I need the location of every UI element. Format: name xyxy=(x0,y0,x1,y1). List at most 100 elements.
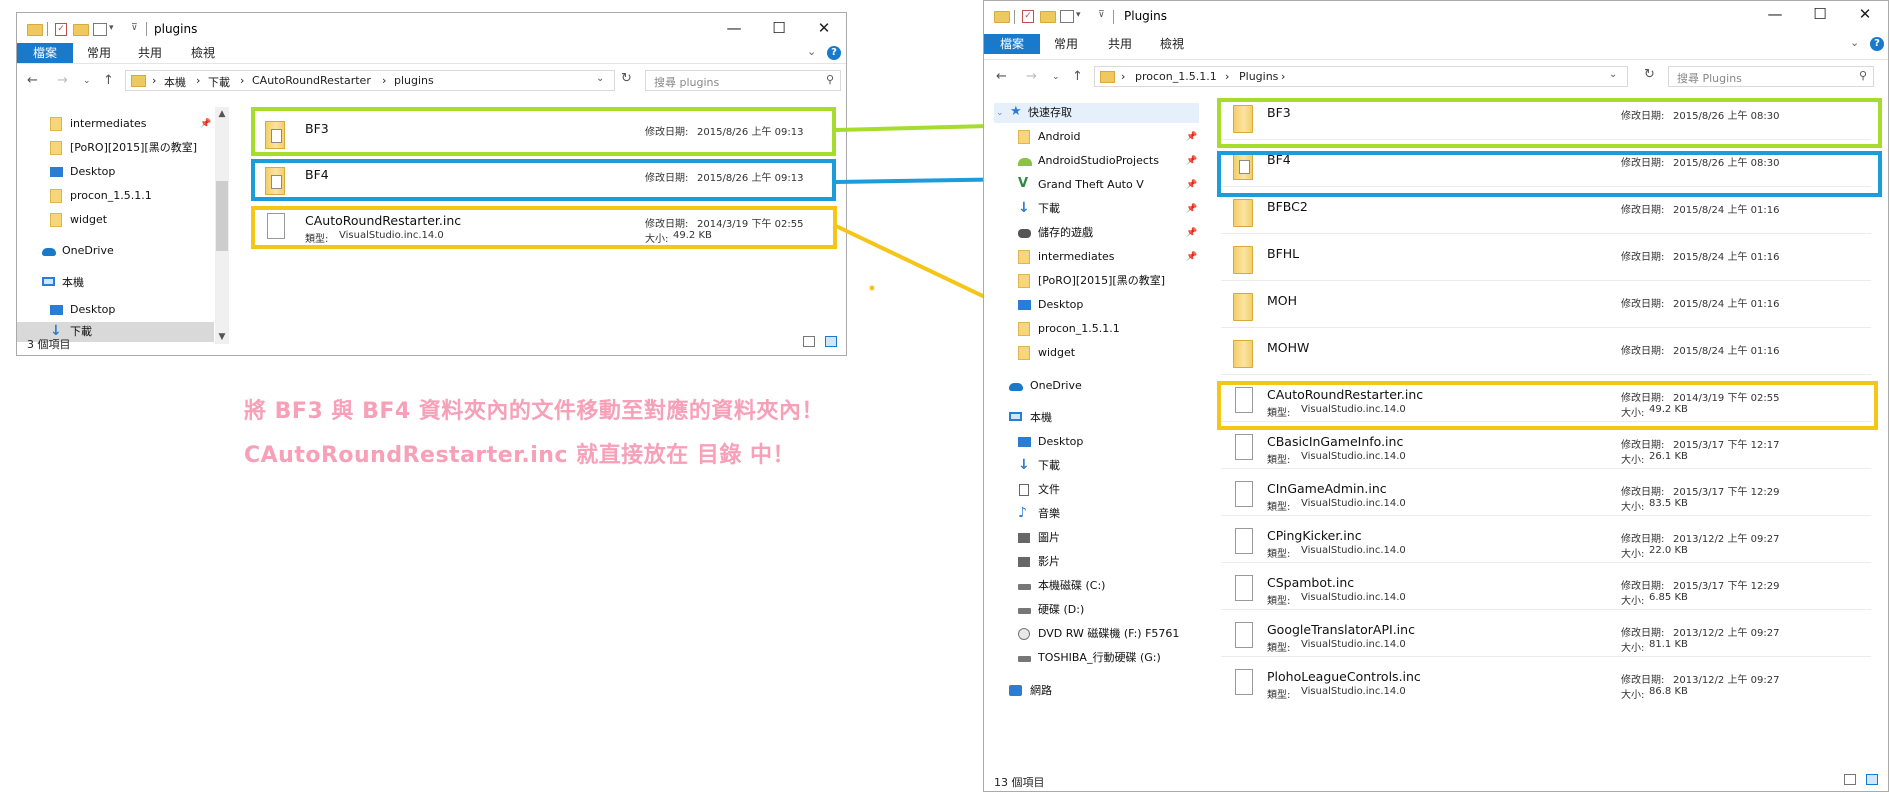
chevron-down-icon[interactable]: ▾ xyxy=(1076,10,1081,24)
recent-locations-icon[interactable]: ⌄ xyxy=(1052,72,1060,82)
tiles-view-icon[interactable] xyxy=(1866,774,1878,785)
tab-file[interactable]: 檔案 xyxy=(17,43,73,63)
nav-item-this-pc[interactable]: 本機 xyxy=(17,273,214,293)
up-button[interactable]: ↑ xyxy=(103,73,114,88)
nav-item-saved-games[interactable]: 儲存的遊戲 📌 xyxy=(984,223,1199,243)
nav-item-androidstudioprojects[interactable]: AndroidStudioProjects 📌 xyxy=(984,151,1199,171)
list-item-cbasicingameinfo[interactable]: CBasicInGameInfo.inc 類型: VisualStudio.in… xyxy=(1221,430,1871,469)
up-button[interactable]: ↑ xyxy=(1072,69,1083,84)
search-input[interactable]: 搜尋 plugins ⚲ xyxy=(645,70,841,91)
nav-item-dvd-f[interactable]: DVD RW 磁碟機 (F:) F5761 xyxy=(984,624,1199,644)
address-bar[interactable]: › 本機 › 下載 › CAutoRoundRestarter › plugin… xyxy=(125,70,615,91)
list-item-cingameadmin[interactable]: CInGameAdmin.inc 類型: VisualStudio.inc.14… xyxy=(1221,477,1871,516)
properties-check-icon[interactable]: ✓ xyxy=(55,23,67,36)
list-item-moh[interactable]: MOH 修改日期: 2015/8/24 上午 01:16 xyxy=(1221,289,1871,328)
nav-item-downloads-2[interactable]: ↓ 下載 xyxy=(984,456,1199,476)
breadcrumb-plugins[interactable]: plugins xyxy=(394,74,434,87)
nav-item-poro[interactable]: [PoRO][2015][黑の教室] xyxy=(17,138,214,158)
list-item-bf3[interactable]: BF3 修改日期: 2015/8/26 上午 09:13 xyxy=(257,117,837,156)
tab-view[interactable]: 檢視 xyxy=(1160,34,1184,54)
nav-item-intermediates[interactable]: intermediates 📌 xyxy=(17,114,214,134)
list-item-bf4[interactable]: BF4 修改日期: 2015/8/26 上午 08:30 xyxy=(1221,148,1871,187)
details-view-icon[interactable] xyxy=(1844,774,1856,785)
nav-item-downloads[interactable]: ↓ 下載 📌 xyxy=(984,199,1199,219)
new-folder-icon[interactable] xyxy=(73,24,89,36)
breadcrumb-downloads[interactable]: 下載 xyxy=(208,74,230,90)
new-folder-icon[interactable] xyxy=(1040,11,1056,23)
chevron-down-icon[interactable]: ⌄ xyxy=(996,103,1004,123)
list-item-cautoroundrestarter[interactable]: CAutoRoundRestarter.inc 類型: VisualStudio… xyxy=(1221,383,1871,422)
list-item-googletranslatorapi[interactable]: GoogleTranslatorAPI.inc 類型: VisualStudio… xyxy=(1221,618,1871,657)
nav-item-drive-g[interactable]: TOSHIBA_行動硬碟 (G:) xyxy=(984,648,1199,668)
tab-file[interactable]: 檔案 xyxy=(984,34,1040,54)
refresh-icon[interactable]: ↻ xyxy=(1644,67,1655,82)
nav-item-poro[interactable]: [PoRO][2015][黑の教室] xyxy=(984,271,1199,291)
nav-item-widget[interactable]: widget xyxy=(984,343,1199,363)
breadcrumb-this-pc[interactable]: 本機 xyxy=(164,74,186,90)
nav-item-onedrive[interactable]: OneDrive xyxy=(984,376,1199,396)
tab-home[interactable]: 常用 xyxy=(87,43,111,63)
details-view-icon[interactable] xyxy=(803,336,815,347)
breadcrumb-procon[interactable]: procon_1.5.1.1 xyxy=(1135,70,1217,83)
nav-scrollbar[interactable]: ▲ ▼ xyxy=(215,107,229,344)
recent-locations-icon[interactable]: ⌄ xyxy=(83,76,91,86)
nav-item-videos[interactable]: 影片 xyxy=(984,552,1199,572)
nav-item-drive-c[interactable]: 本機磁碟 (C:) xyxy=(984,576,1199,596)
maximize-button[interactable]: ☐ xyxy=(764,18,794,38)
pin-icon[interactable]: 📌 xyxy=(200,114,211,134)
scrollbar-thumb[interactable] xyxy=(216,181,228,251)
pin-icon[interactable]: 📌 xyxy=(1186,199,1197,219)
list-item-ploholeaguecontrols[interactable]: PlohoLeagueControls.inc 類型: VisualStudio… xyxy=(1221,665,1871,704)
close-button[interactable]: ✕ xyxy=(809,18,839,38)
nav-item-gta-v[interactable]: V Grand Theft Auto V 📌 xyxy=(984,175,1199,195)
pin-icon[interactable]: 📌 xyxy=(1186,247,1197,267)
address-bar[interactable]: › procon_1.5.1.1 › Plugins › ⌄ xyxy=(1094,66,1628,87)
tab-home[interactable]: 常用 xyxy=(1054,34,1078,54)
nav-item-desktop-2[interactable]: Desktop xyxy=(17,300,214,320)
nav-item-network[interactable]: 網路 xyxy=(984,681,1199,701)
chevron-up-icon[interactable]: ▲ xyxy=(215,109,229,119)
nav-item-pictures[interactable]: 圖片 xyxy=(984,528,1199,548)
list-item-bf4[interactable]: BF4 修改日期: 2015/8/26 上午 09:13 xyxy=(257,163,837,202)
forward-button[interactable]: → xyxy=(1026,69,1037,84)
customize-toolbar-icon[interactable]: ⊽ xyxy=(1098,10,1105,24)
back-button[interactable]: ← xyxy=(996,69,1007,84)
properties-check-icon[interactable]: ✓ xyxy=(1022,10,1034,23)
list-item-cautoroundrestarter[interactable]: CAutoRoundRestarter.inc 類型: VisualStudio… xyxy=(257,209,837,248)
forward-button[interactable]: → xyxy=(57,73,68,88)
nav-item-widget[interactable]: widget xyxy=(17,210,214,230)
tiles-view-icon[interactable] xyxy=(825,336,837,347)
list-item-cpingkicker[interactable]: CPingKicker.inc 類型: VisualStudio.inc.14.… xyxy=(1221,524,1871,563)
chevron-down-icon[interactable]: ▾ xyxy=(109,23,114,37)
pin-icon[interactable]: 📌 xyxy=(1186,127,1197,147)
nav-item-intermediates[interactable]: intermediates 📌 xyxy=(984,247,1199,267)
tab-share[interactable]: 共用 xyxy=(1108,34,1132,54)
pin-icon[interactable]: 📌 xyxy=(1186,175,1197,195)
nav-item-procon[interactable]: procon_1.5.1.1 xyxy=(984,319,1199,339)
nav-item-desktop[interactable]: Desktop xyxy=(17,162,214,182)
tab-view[interactable]: 檢視 xyxy=(191,43,215,63)
list-item-cspambot[interactable]: CSpambot.inc 類型: VisualStudio.inc.14.0 修… xyxy=(1221,571,1871,610)
customize-toolbar-icon[interactable]: ⊽ xyxy=(131,23,138,37)
help-icon[interactable]: ? xyxy=(1870,37,1884,51)
search-input[interactable]: 搜尋 Plugins ⚲ xyxy=(1668,66,1874,87)
nav-item-procon[interactable]: procon_1.5.1.1 xyxy=(17,186,214,206)
nav-item-onedrive[interactable]: OneDrive xyxy=(17,241,214,261)
nav-item-desktop[interactable]: Desktop xyxy=(984,295,1199,315)
minimize-button[interactable]: — xyxy=(1760,4,1790,24)
nav-item-this-pc[interactable]: 本機 xyxy=(984,408,1199,428)
breadcrumb-plugins[interactable]: Plugins xyxy=(1239,70,1278,83)
view-properties-icon[interactable] xyxy=(93,23,107,36)
list-item-bf3[interactable]: BF3 修改日期: 2015/8/26 上午 08:30 xyxy=(1221,101,1871,140)
nav-item-music[interactable]: ♪ 音樂 xyxy=(984,504,1199,524)
list-item-bfhl[interactable]: BFHL 修改日期: 2015/8/24 上午 01:16 xyxy=(1221,242,1871,281)
nav-item-android[interactable]: Android 📌 xyxy=(984,127,1199,147)
chevron-down-icon[interactable]: ⌄ xyxy=(807,45,816,58)
maximize-button[interactable]: ☐ xyxy=(1805,4,1835,24)
pin-icon[interactable]: 📌 xyxy=(1186,223,1197,243)
chevron-down-icon[interactable]: ⌄ xyxy=(1609,69,1617,80)
close-button[interactable]: ✕ xyxy=(1850,4,1880,24)
list-item-bfbc2[interactable]: BFBC2 修改日期: 2015/8/24 上午 01:16 xyxy=(1221,195,1871,234)
chevron-down-icon[interactable]: ⌄ xyxy=(1850,36,1859,49)
back-button[interactable]: ← xyxy=(27,73,38,88)
